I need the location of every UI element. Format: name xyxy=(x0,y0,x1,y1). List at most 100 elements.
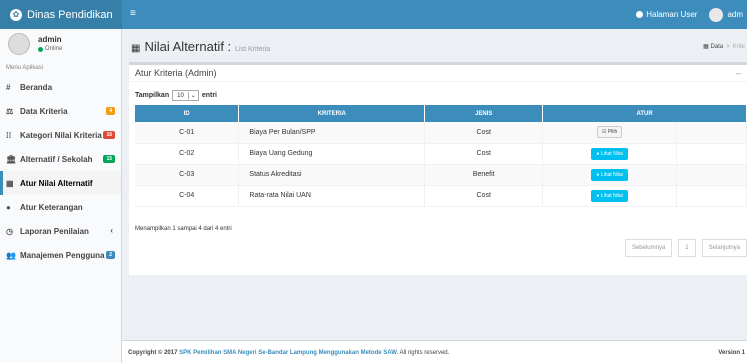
cell-atur: ☑ Pilih xyxy=(542,122,678,144)
footer-copyright: Copyright © 2017 SPK Pemilihan SMA Neger… xyxy=(128,350,449,356)
entries-label: entri xyxy=(201,92,217,99)
user-panel: admin Online xyxy=(0,29,121,63)
sidebar-item-icon: ◷ xyxy=(6,226,13,236)
button-label: Lihat Nilai xyxy=(600,150,623,157)
sidebar-item-label: Atur Keterangan xyxy=(20,202,83,212)
sidebar-item-3[interactable]: 🏛 Alternatif / Sekolah 15 xyxy=(0,147,121,171)
footer-version: Version 1 xyxy=(718,350,745,356)
table-row: C-03 Status Akreditasi Benefit ● Lihat Nila… xyxy=(135,164,747,186)
page-1-button[interactable]: 1 xyxy=(678,239,696,257)
kriteria-table: ID KRITERIA JENIS ATUR C-01 Biaya Per Bul… xyxy=(135,105,747,207)
footer-app-link[interactable]: SPK Pemilihan SMA Negeri Se-Bandar Lampu… xyxy=(179,350,398,356)
copyright-text: Copyright © 2017 xyxy=(128,350,178,356)
cell-atur: ● Lihat Nilai xyxy=(542,164,678,186)
top-navbar: ✿ Dinas Pendidikan ≡ Halaman User adm xyxy=(0,0,747,29)
chevron-down-icon: ⌄ xyxy=(187,92,198,99)
page-subtitle: List Kriteria xyxy=(235,46,271,53)
table-row: C-01 Biaya Per Bulan/SPP Cost ☑ Pilih xyxy=(135,122,747,144)
sidebar-item-icon: ⁞⁞ xyxy=(6,130,12,140)
table-icon: ▦ xyxy=(131,43,141,54)
breadcrumb-home[interactable]: Data xyxy=(710,44,723,50)
cell-kriteria: Rata-rata Nilai UAN xyxy=(238,185,426,207)
sidebar-item-1[interactable]: ⚖ Data Kriteria 4 xyxy=(0,99,121,123)
cell-atur: ● Lihat Nilai xyxy=(542,185,678,207)
show-label: Tampilkan xyxy=(135,92,170,99)
brand-logo[interactable]: ✿ Dinas Pendidikan xyxy=(0,0,122,29)
cell-extra xyxy=(676,185,747,207)
next-page-button[interactable]: Selanjutnya xyxy=(701,239,747,257)
sidebar-user-name: admin xyxy=(38,35,62,44)
cell-atur: ● Lihat Nilai xyxy=(542,143,678,165)
sidebar-item-label: Data Kriteria xyxy=(20,106,68,116)
sidebar-item-icon: ⚖ xyxy=(6,106,14,116)
table-body: C-01 Biaya Per Bulan/SPP Cost ☑ Pilih C-02 Bi… xyxy=(135,122,747,207)
footer: Copyright © 2017 SPK Pemilihan SMA Neger… xyxy=(122,340,747,363)
column-header-kriteria[interactable]: KRITERIA xyxy=(238,105,426,122)
collapse-button[interactable]: – xyxy=(736,68,741,78)
kriteria-box: Atur Kriteria (Admin) – Tampilkan 10 ⌄ e… xyxy=(129,62,747,275)
chevron-left-icon: ‹ xyxy=(110,226,113,235)
box-title: Atur Kriteria (Admin) xyxy=(135,68,217,78)
online-dot-icon xyxy=(38,46,43,52)
cell-jenis: Cost xyxy=(424,143,544,165)
sidebar-item-0[interactable]: # Beranda xyxy=(0,75,121,99)
button-label: Lihat Nilai xyxy=(600,171,623,178)
sidebar-item-7[interactable]: 👥 Manajemen Pengguna 2 xyxy=(0,243,121,267)
cell-id: C-03 xyxy=(135,164,240,186)
cell-jenis: Cost xyxy=(424,185,544,207)
sidebar-item-5[interactable]: ● Atur Keterangan xyxy=(0,195,121,219)
lihat-nilai-button[interactable]: ● Lihat Nilai xyxy=(591,168,628,181)
cell-extra xyxy=(676,164,747,186)
count-badge: 16 xyxy=(103,131,115,139)
count-badge: 4 xyxy=(106,107,115,115)
sidebar-item-label: Beranda xyxy=(20,82,53,92)
cell-id: C-04 xyxy=(135,185,240,207)
sidebar-item-label: Kategori Nilai Kriteria xyxy=(20,130,102,140)
sidebar-item-6[interactable]: ◷ Laporan Penilaian ‹ xyxy=(0,219,121,243)
halaman-user-link[interactable]: Halaman User xyxy=(636,10,697,19)
cell-extra xyxy=(676,122,747,144)
button-label: Lihat Nilai xyxy=(600,192,623,199)
pilih-button[interactable]: ☑ Pilih xyxy=(596,126,623,139)
brand-name: Dinas Pendidikan xyxy=(27,8,113,21)
sidebar-item-icon: 🏛 xyxy=(6,154,17,164)
cell-extra xyxy=(676,143,747,165)
user-menu-label[interactable]: adm xyxy=(727,10,743,19)
sidebar-item-icon: # xyxy=(6,82,11,92)
entries-select[interactable]: 10 ⌄ xyxy=(172,90,199,101)
sidebar-item-label: Alternatif / Sekolah xyxy=(20,154,93,164)
cell-id: C-02 xyxy=(135,143,240,165)
prev-page-button[interactable]: Sebelumnya xyxy=(624,239,673,257)
breadcrumb-separator: > xyxy=(726,44,730,50)
entries-select-value: 10 xyxy=(177,92,184,99)
sidebar-menu: # Beranda ⚖ Data Kriteria 4 ⁞⁞ Kategori Nilai … xyxy=(0,75,121,267)
sidebar-item-icon: ● xyxy=(6,202,11,212)
table-info: Menampilkan 1 sampai 4 dari 4 entri xyxy=(135,226,232,232)
cell-id: C-01 xyxy=(135,122,240,144)
sidebar-item-label: Manajemen Pengguna xyxy=(20,250,105,260)
sidebar-item-icon: 👥 xyxy=(6,250,16,260)
sidebar-item-icon: ▦ xyxy=(6,178,14,188)
user-avatar[interactable] xyxy=(709,7,724,22)
menu-header: Menu Aplikasi xyxy=(6,65,44,71)
pagination: Sebelumnya 1 Selanjutnya xyxy=(619,239,747,257)
column-header-jenis[interactable]: JENIS xyxy=(424,105,544,122)
content-header: ▦ Nilai Alternatif : List Kriteria ▦ Dat… xyxy=(122,29,747,59)
box-header: Atur Kriteria (Admin) – xyxy=(129,65,747,82)
sidebar-item-4[interactable]: ▦ Atur Nilai Alternatif xyxy=(0,171,121,195)
column-header-atur[interactable]: ATUR xyxy=(542,105,747,122)
page-title: ▦ Nilai Alternatif : List Kriteria xyxy=(131,39,270,54)
breadcrumb-current: Krite xyxy=(732,44,745,50)
page-title-text: Nilai Alternatif : xyxy=(144,39,232,54)
sidebar-toggle-icon[interactable]: ≡ xyxy=(130,8,136,19)
lihat-nilai-button[interactable]: ● Lihat Nilai xyxy=(591,189,628,202)
count-badge: 15 xyxy=(103,155,115,163)
lihat-nilai-button[interactable]: ● Lihat Nilai xyxy=(591,147,628,160)
cell-jenis: Benefit xyxy=(424,164,544,186)
sidebar-item-2[interactable]: ⁞⁞ Kategori Nilai Kriteria 16 xyxy=(0,123,121,147)
column-header-id[interactable]: ID xyxy=(135,105,240,122)
cell-kriteria: Status Akreditasi xyxy=(238,164,426,186)
breadcrumb: ▦ Data > Krite xyxy=(703,43,745,50)
cell-kriteria: Biaya Uang Gedung xyxy=(238,143,426,165)
table-header-row: ID KRITERIA JENIS ATUR xyxy=(135,105,747,122)
